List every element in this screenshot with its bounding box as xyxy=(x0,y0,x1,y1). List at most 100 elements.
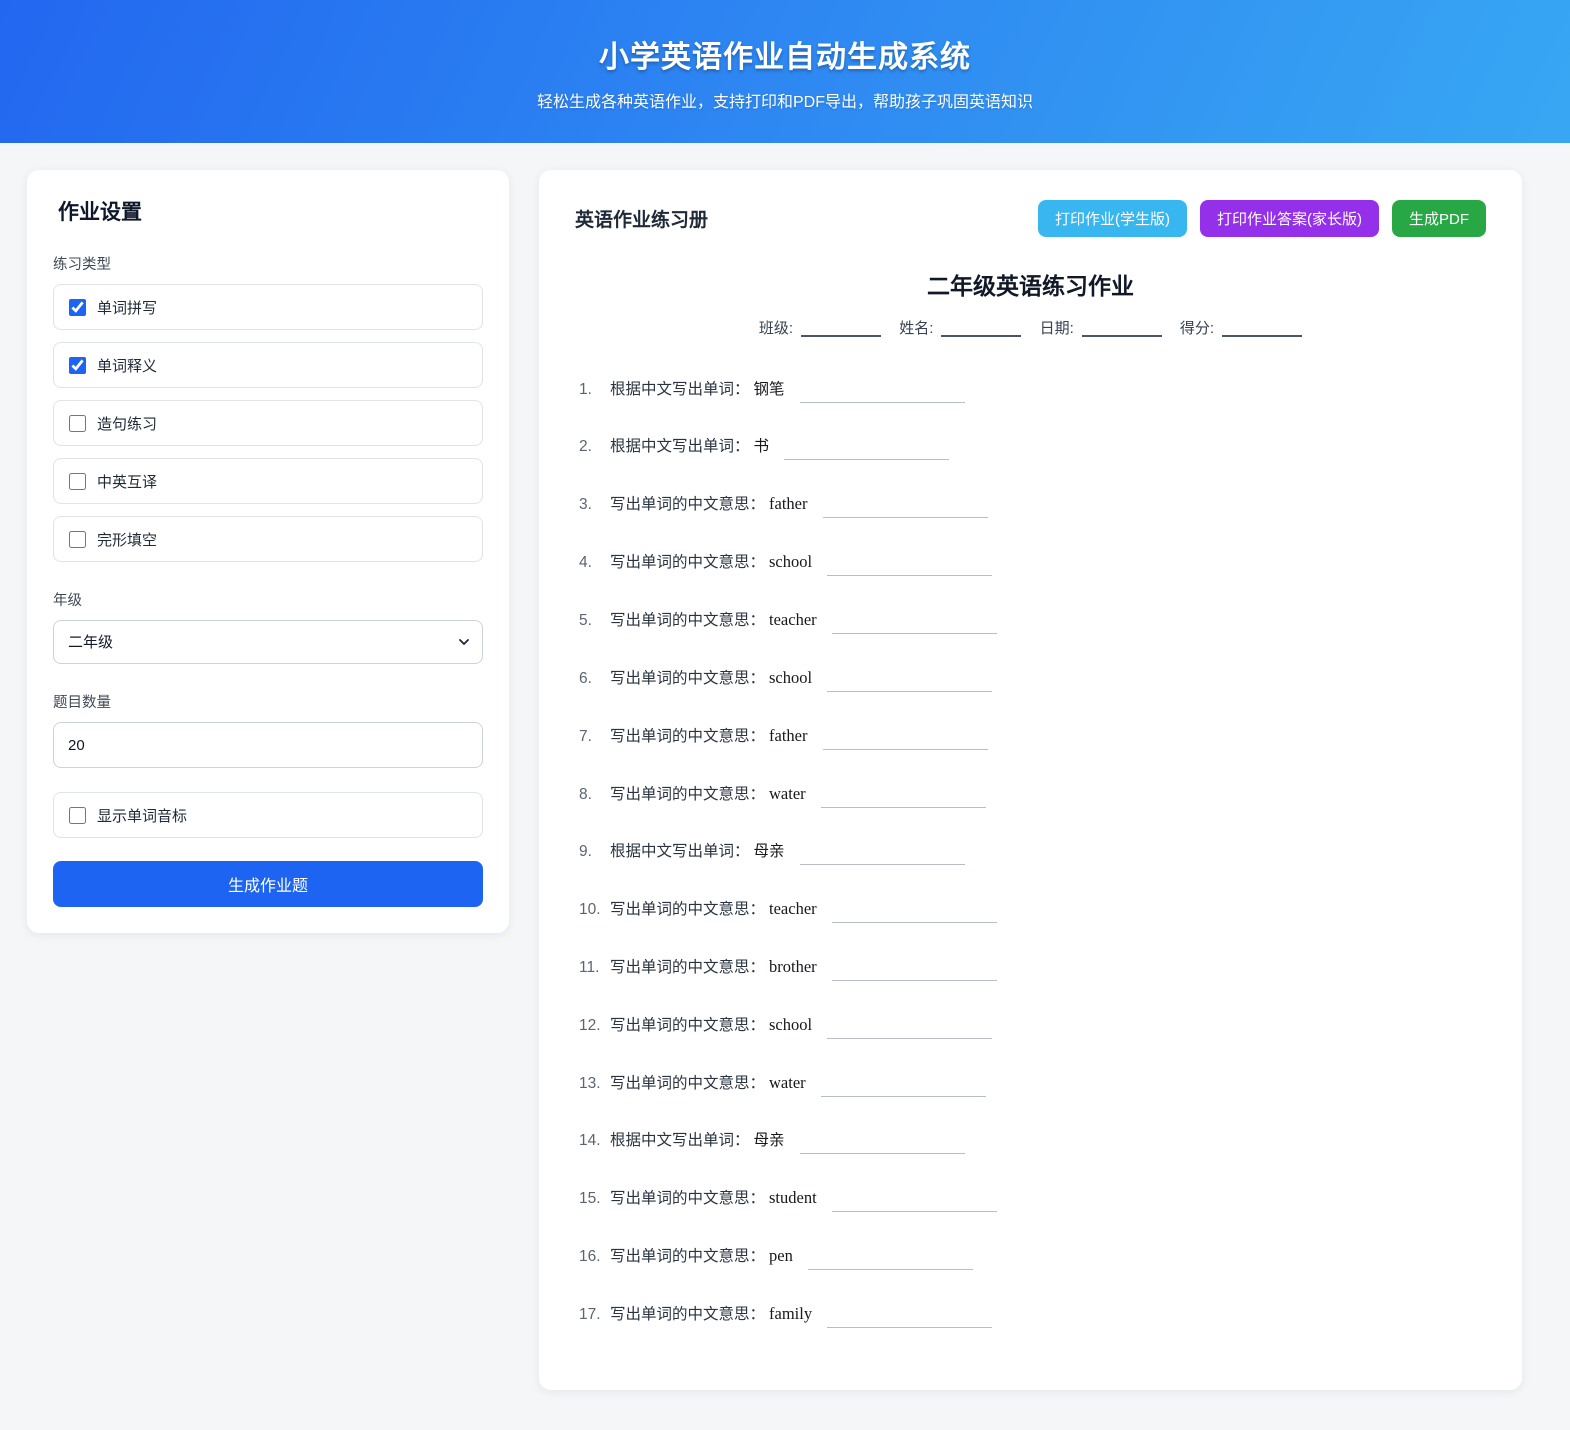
exercise-type-checkbox[interactable] xyxy=(69,473,86,490)
meta-blank xyxy=(941,335,1021,337)
exercise-type-option-label: 完形填空 xyxy=(97,529,157,550)
question-prompt: 根据中文写出单词： xyxy=(610,381,750,398)
worksheet-header: 英语作业练习册 打印作业(学生版) 打印作业答案(家长版) 生成PDF xyxy=(575,200,1486,237)
question-number: 7. xyxy=(579,725,610,749)
show-phonetic-checkbox[interactable] xyxy=(69,807,86,824)
question-number: 12. xyxy=(579,1014,610,1038)
question-word: family xyxy=(769,1304,812,1323)
show-phonetic-option[interactable]: 显示单词音标 xyxy=(53,792,483,838)
question-count-label: 题目数量 xyxy=(53,691,483,712)
settings-panel: 作业设置 练习类型 单词拼写 单词释义 造句练习 中英互译 完形填空 年级 二年… xyxy=(27,170,509,933)
question-number: 2. xyxy=(579,435,610,459)
question-item: 16.写出单词的中文意思：pen xyxy=(579,1244,1486,1270)
question-word: father xyxy=(769,726,807,745)
question-item: 2.根据中文写出单词：书 xyxy=(579,435,1486,460)
question-word: pen xyxy=(769,1246,793,1265)
answer-blank xyxy=(832,922,997,923)
question-item: 12.写出单词的中文意思：school xyxy=(579,1013,1486,1039)
answer-blank xyxy=(827,1327,992,1328)
exercise-type-checkbox[interactable] xyxy=(69,299,86,316)
answer-blank xyxy=(808,1269,973,1270)
generate-homework-button[interactable]: 生成作业题 xyxy=(53,861,483,907)
exercise-type-option-cloze[interactable]: 完形填空 xyxy=(53,516,483,562)
question-item: 13.写出单词的中文意思：water xyxy=(579,1071,1486,1097)
print-answers-button[interactable]: 打印作业答案(家长版) xyxy=(1200,200,1379,237)
answer-blank xyxy=(800,402,965,403)
question-item: 6.写出单词的中文意思：school xyxy=(579,666,1486,692)
print-student-button[interactable]: 打印作业(学生版) xyxy=(1038,200,1187,237)
exercise-type-checkbox[interactable] xyxy=(69,357,86,374)
exercise-type-checkbox[interactable] xyxy=(69,415,86,432)
question-number: 11. xyxy=(579,956,610,980)
question-prompt: 写出单词的中文意思： xyxy=(610,1248,765,1265)
question-word: teacher xyxy=(769,610,817,629)
settings-title: 作业设置 xyxy=(58,196,483,226)
grade-label: 年级 xyxy=(53,589,483,610)
question-prompt: 写出单词的中文意思： xyxy=(610,1306,765,1323)
question-number: 4. xyxy=(579,551,610,575)
exercise-type-label: 练习类型 xyxy=(53,253,483,274)
question-prompt: 根据中文写出单词： xyxy=(610,843,750,860)
answer-blank xyxy=(827,1038,992,1039)
question-number: 6. xyxy=(579,667,610,691)
question-prompt: 写出单词的中文意思： xyxy=(610,728,765,745)
main-content: 作业设置 练习类型 单词拼写 单词释义 造句练习 中英互译 完形填空 年级 二年… xyxy=(0,143,1570,1430)
answer-blank xyxy=(832,980,997,981)
question-prompt: 写出单词的中文意思： xyxy=(610,554,765,571)
answer-blank xyxy=(800,864,965,865)
question-item: 4.写出单词的中文意思：school xyxy=(579,550,1486,576)
answer-blank xyxy=(832,633,997,634)
answer-blank xyxy=(827,691,992,692)
grade-select[interactable]: 二年级 xyxy=(53,620,483,664)
question-number: 8. xyxy=(579,783,610,807)
question-word: water xyxy=(769,784,806,803)
exercise-type-option-sentence[interactable]: 造句练习 xyxy=(53,400,483,446)
question-prompt: 写出单词的中文意思： xyxy=(610,786,765,803)
answer-blank xyxy=(784,459,949,460)
meta-blank xyxy=(1222,335,1302,337)
question-word: 钢笔 xyxy=(754,381,785,398)
app-title: 小学英语作业自动生成系统 xyxy=(599,32,971,76)
app-subtitle: 轻松生成各种英语作业，支持打印和PDF导出，帮助孩子巩固英语知识 xyxy=(537,88,1033,112)
exercise-type-option-label: 造句练习 xyxy=(97,413,157,434)
question-word: school xyxy=(769,668,812,687)
meta-field-score: 得分: xyxy=(1180,317,1302,338)
question-prompt: 写出单词的中文意思： xyxy=(610,1017,765,1034)
question-number: 1. xyxy=(579,378,610,402)
meta-label: 班级: xyxy=(759,320,793,337)
question-word: water xyxy=(769,1073,806,1092)
question-item: 11.写出单词的中文意思：brother xyxy=(579,955,1486,981)
generate-pdf-button[interactable]: 生成PDF xyxy=(1392,200,1486,237)
question-item: 3.写出单词的中文意思：father xyxy=(579,492,1486,518)
question-prompt: 写出单词的中文意思： xyxy=(610,612,765,629)
exercise-type-option-word-spelling[interactable]: 单词拼写 xyxy=(53,284,483,330)
exercise-type-option-translation[interactable]: 中英互译 xyxy=(53,458,483,504)
question-number: 14. xyxy=(579,1129,610,1153)
question-item: 7.写出单词的中文意思：father xyxy=(579,724,1486,750)
question-number: 13. xyxy=(579,1072,610,1096)
question-word: 母亲 xyxy=(754,843,785,860)
answer-blank xyxy=(823,749,988,750)
worksheet-meta: 班级: 姓名: 日期: 得分: xyxy=(575,317,1486,338)
worksheet-panel-title: 英语作业练习册 xyxy=(575,205,708,232)
question-prompt: 根据中文写出单词： xyxy=(610,438,750,455)
app-header: 小学英语作业自动生成系统 轻松生成各种英语作业，支持打印和PDF导出，帮助孩子巩… xyxy=(0,0,1570,143)
question-count-input[interactable] xyxy=(53,722,483,768)
question-prompt: 写出单词的中文意思： xyxy=(610,1075,765,1092)
meta-label: 日期: xyxy=(1040,320,1074,337)
exercise-type-checkbox[interactable] xyxy=(69,531,86,548)
question-prompt: 写出单词的中文意思： xyxy=(610,901,765,918)
question-word: 母亲 xyxy=(754,1132,785,1149)
question-prompt: 写出单词的中文意思： xyxy=(610,1190,765,1207)
worksheet-title: 二年级英语练习作业 xyxy=(575,267,1486,301)
question-item: 17.写出单词的中文意思：family xyxy=(579,1302,1486,1328)
question-word: father xyxy=(769,494,807,513)
question-item: 14.根据中文写出单词：母亲 xyxy=(579,1129,1486,1154)
exercise-type-option-word-meaning[interactable]: 单词释义 xyxy=(53,342,483,388)
question-list: 1.根据中文写出单词：钢笔 2.根据中文写出单词：书 3.写出单词的中文意思：f… xyxy=(575,378,1486,1328)
question-item: 8.写出单词的中文意思：water xyxy=(579,782,1486,808)
answer-blank xyxy=(827,575,992,576)
meta-label: 姓名: xyxy=(899,320,933,337)
question-number: 15. xyxy=(579,1187,610,1211)
question-prompt: 写出单词的中文意思： xyxy=(610,959,765,976)
